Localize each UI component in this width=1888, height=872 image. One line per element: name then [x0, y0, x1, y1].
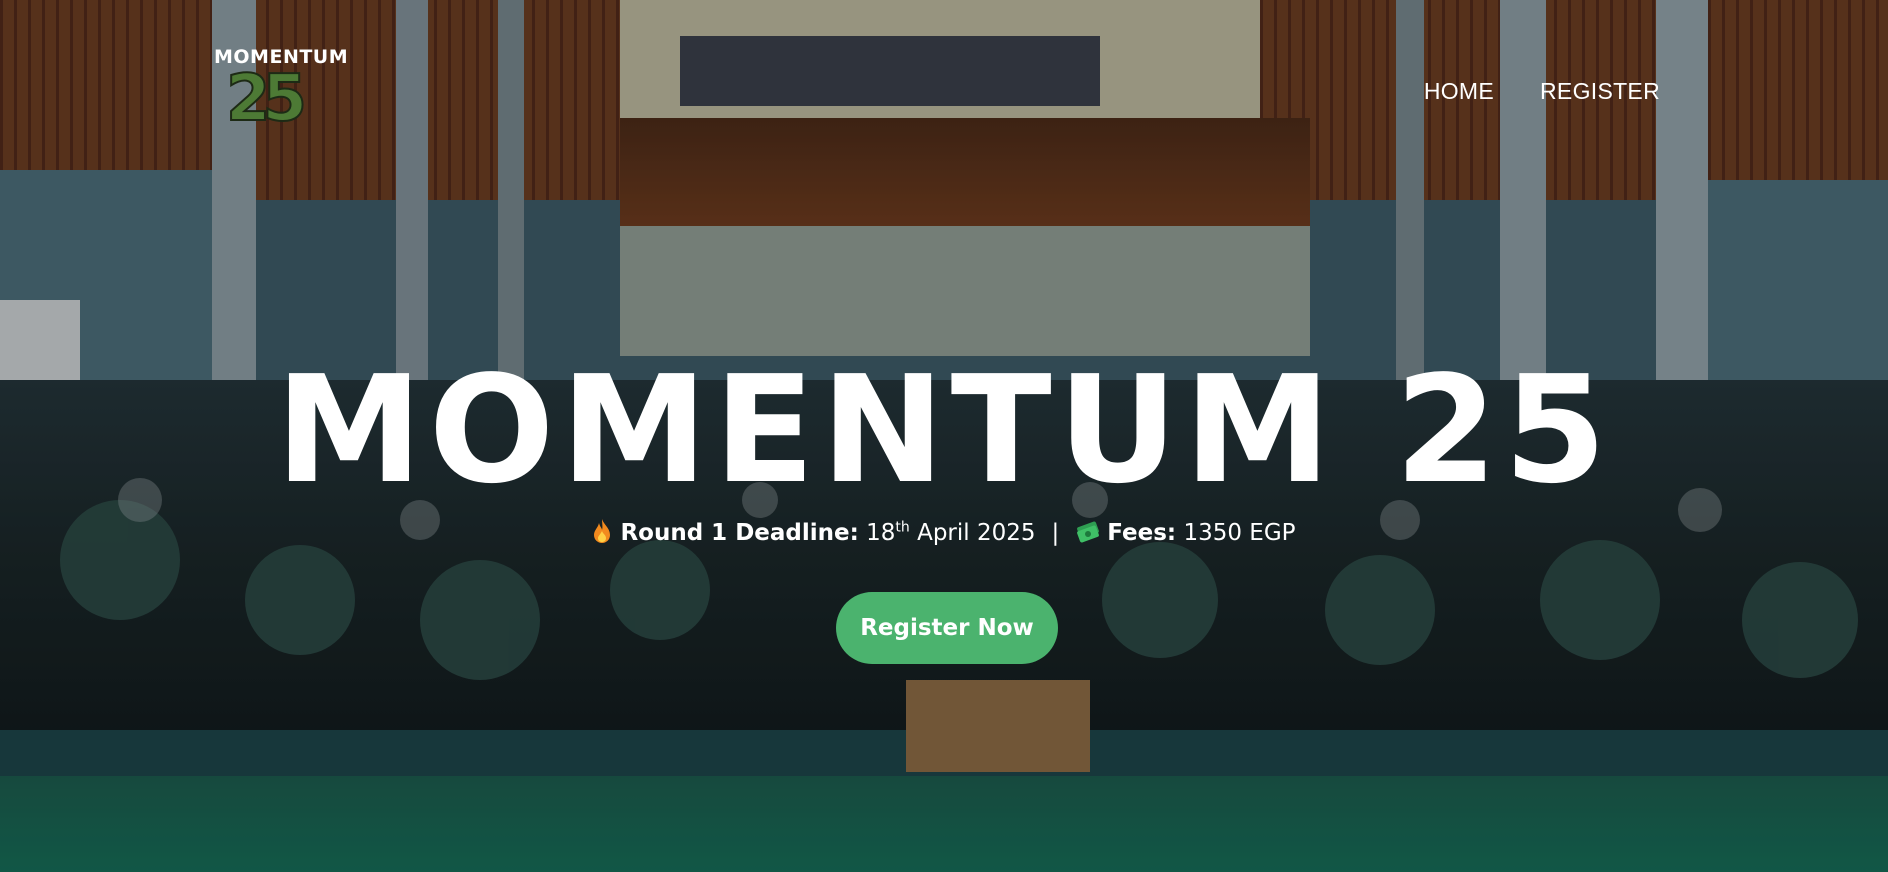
logo[interactable]: MOMENTUM 25	[212, 44, 362, 137]
money-icon	[1077, 521, 1100, 543]
register-now-button[interactable]: Register Now	[836, 592, 1058, 664]
hero-section: MOMENTUM 25 HOME REGISTER MOMENTUM 25 Ro…	[0, 0, 1888, 872]
logo-number: 25	[225, 61, 308, 137]
fire-icon	[594, 519, 611, 543]
event-info: Round 1 Deadline: 18th April 2025 | Fees:…	[0, 518, 1888, 546]
fees-value: 1350 EGP	[1176, 520, 1296, 546]
deadline-label: Round 1 Deadline:	[620, 520, 859, 546]
nav-home-link[interactable]: HOME	[1424, 78, 1494, 105]
info-separator: |	[1051, 520, 1060, 546]
fees-label: Fees:	[1107, 520, 1177, 546]
nav-register-link[interactable]: REGISTER	[1540, 78, 1660, 105]
deadline-day: 18	[866, 520, 896, 546]
deadline-day-suffix: th	[895, 519, 910, 536]
main-nav: HOME REGISTER	[1424, 78, 1660, 105]
deadline-month-year: April 2025	[909, 520, 1036, 546]
hero-title: MOMENTUM 25	[275, 344, 1613, 517]
